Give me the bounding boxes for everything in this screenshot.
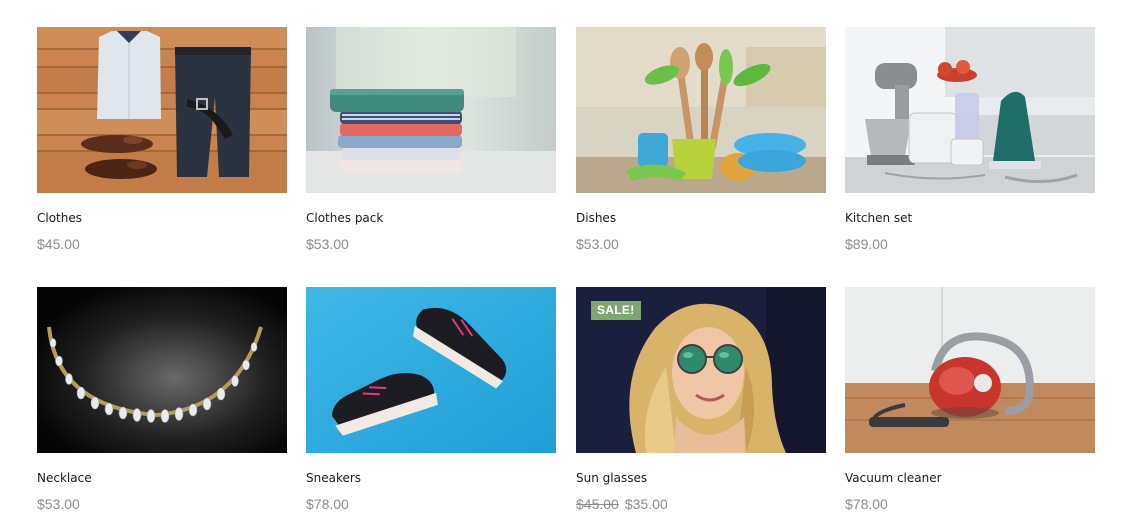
vacuum-cleaner-image <box>845 287 1095 453</box>
product-image-link[interactable] <box>845 287 1095 453</box>
product-grid: Clothes $45.00 Clothes pack $53.00 Dishe… <box>0 0 1122 527</box>
product-name[interactable]: Vacuum cleaner <box>845 471 942 485</box>
folded-clothes-image <box>306 27 556 193</box>
product-price: $78.00 <box>306 496 349 512</box>
kitchen-appliances-image <box>845 27 1095 193</box>
product-image-link[interactable] <box>37 287 287 453</box>
product-price-row: $53.00 <box>306 236 556 252</box>
product-image-link[interactable] <box>37 27 287 193</box>
product-price-row: $53.00 <box>576 236 826 252</box>
product-price: $78.00 <box>845 496 888 512</box>
product-card-vacuum-cleaner: Vacuum cleaner $78.00 <box>845 287 1095 512</box>
necklace-image <box>37 287 287 453</box>
product-name[interactable]: Necklace <box>37 471 92 485</box>
product-name[interactable]: Kitchen set <box>845 211 912 225</box>
product-image-link[interactable] <box>845 27 1095 193</box>
product-card-kitchen-set: Kitchen set $89.00 <box>845 27 1095 252</box>
product-image-link[interactable]: SALE! <box>576 287 826 453</box>
product-price: $35.00 <box>624 496 668 512</box>
sale-badge: SALE! <box>591 301 641 320</box>
product-price: $53.00 <box>306 236 349 252</box>
product-price-row: $78.00 <box>845 496 1095 512</box>
product-price: $89.00 <box>845 236 888 252</box>
product-price: $45.00 <box>37 236 80 252</box>
product-card-dishes: Dishes $53.00 <box>576 27 826 252</box>
product-price: $53.00 <box>576 236 619 252</box>
product-card-sneakers: Sneakers $78.00 <box>306 287 556 512</box>
product-image-link[interactable] <box>576 27 826 193</box>
product-card-sun-glasses: SALE! Sun glasses $45.00 $35.00 <box>576 287 826 512</box>
sneakers-image <box>306 287 556 453</box>
clothes-flatlay-image <box>37 27 287 193</box>
product-price-row: $53.00 <box>37 496 287 512</box>
product-card-necklace: Necklace $53.00 <box>37 287 287 512</box>
product-card-clothes-pack: Clothes pack $53.00 <box>306 27 556 252</box>
product-name[interactable]: Sneakers <box>306 471 361 485</box>
product-image-link[interactable] <box>306 27 556 193</box>
product-name[interactable]: Sun glasses <box>576 471 647 485</box>
product-price: $53.00 <box>37 496 80 512</box>
kitchen-utensils-image <box>576 27 826 193</box>
product-price-row: $89.00 <box>845 236 1095 252</box>
product-image-link[interactable] <box>306 287 556 453</box>
product-card-clothes: Clothes $45.00 <box>37 27 287 252</box>
product-price-row: $78.00 <box>306 496 556 512</box>
product-name[interactable]: Dishes <box>576 211 616 225</box>
product-price-row: $45.00 $35.00 <box>576 496 826 512</box>
product-price-old: $45.00 <box>576 496 619 512</box>
product-name[interactable]: Clothes pack <box>306 211 383 225</box>
product-name[interactable]: Clothes <box>37 211 82 225</box>
product-price-row: $45.00 <box>37 236 287 252</box>
